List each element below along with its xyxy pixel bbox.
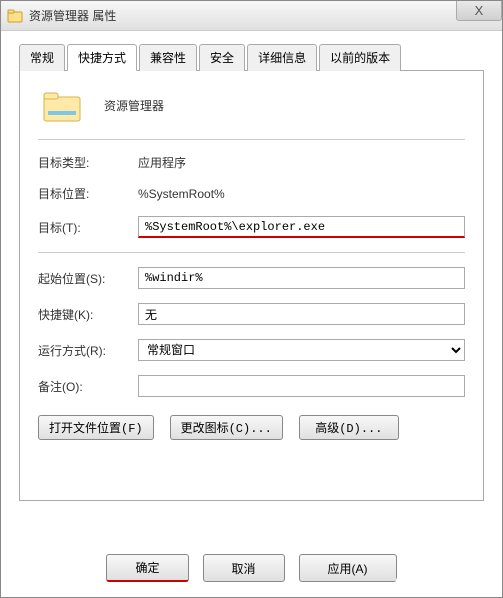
advanced-button[interactable]: 高级(D)... [299,415,399,440]
tab-details[interactable]: 详细信息 [247,44,317,71]
dialog-footer: 确定 取消 应用(A) [0,554,503,582]
close-icon: X [475,3,484,18]
window-title: 资源管理器 属性 [29,7,116,24]
divider [38,252,465,253]
run-label: 运行方式(R): [38,342,138,359]
target-input[interactable] [138,216,465,238]
row-target: 目标(T): [38,216,465,238]
target-type-value: 应用程序 [138,154,465,171]
target-location-value: %SystemRoot% [138,187,465,201]
content-area: 常规 快捷方式 兼容性 安全 详细信息 以前的版本 资源管理器 目标类型: [1,31,502,513]
comment-label: 备注(O): [38,378,138,395]
comment-input[interactable] [138,375,465,397]
tab-panel: 资源管理器 目标类型: 应用程序 目标位置: %SystemRoot% 目标(T… [19,71,484,501]
change-icon-button[interactable]: 更改图标(C)... [170,415,283,440]
row-shortcut-key: 快捷键(K): [38,303,465,325]
close-button[interactable]: X [456,1,502,21]
ok-button[interactable]: 确定 [106,554,188,582]
open-file-location-button[interactable]: 打开文件位置(F) [38,415,154,440]
target-location-label: 目标位置: [38,185,138,202]
button-row: 打开文件位置(F) 更改图标(C)... 高级(D)... [38,415,465,440]
titlebar: 资源管理器 属性 X [1,1,502,31]
tab-general[interactable]: 常规 [19,44,65,71]
apply-button[interactable]: 应用(A) [299,554,397,582]
tab-previous[interactable]: 以前的版本 [319,44,401,71]
app-header: 资源管理器 [38,87,465,123]
row-comment: 备注(O): [38,375,465,397]
divider [38,139,465,140]
row-run-mode: 运行方式(R): 常规窗口 [38,339,465,361]
start-in-label: 起始位置(S): [38,270,138,287]
tab-strip: 常规 快捷方式 兼容性 安全 详细信息 以前的版本 [19,43,484,71]
row-target-type: 目标类型: 应用程序 [38,154,465,171]
properties-dialog: 资源管理器 属性 X 常规 快捷方式 兼容性 安全 详细信息 以前的版本 资源管… [0,0,503,598]
tab-shortcut[interactable]: 快捷方式 [67,44,137,71]
shortcut-key-label: 快捷键(K): [38,306,138,323]
target-label: 目标(T): [38,219,138,236]
titlebar-icon [7,8,23,24]
tab-compat[interactable]: 兼容性 [139,44,197,71]
run-mode-select[interactable]: 常规窗口 [138,339,465,361]
cancel-button[interactable]: 取消 [203,554,285,582]
tab-security[interactable]: 安全 [199,44,245,71]
folder-icon [42,87,82,123]
app-name: 资源管理器 [104,97,164,114]
shortcut-key-input[interactable] [138,303,465,325]
row-target-location: 目标位置: %SystemRoot% [38,185,465,202]
row-start-in: 起始位置(S): [38,267,465,289]
start-in-input[interactable] [138,267,465,289]
target-type-label: 目标类型: [38,154,138,171]
